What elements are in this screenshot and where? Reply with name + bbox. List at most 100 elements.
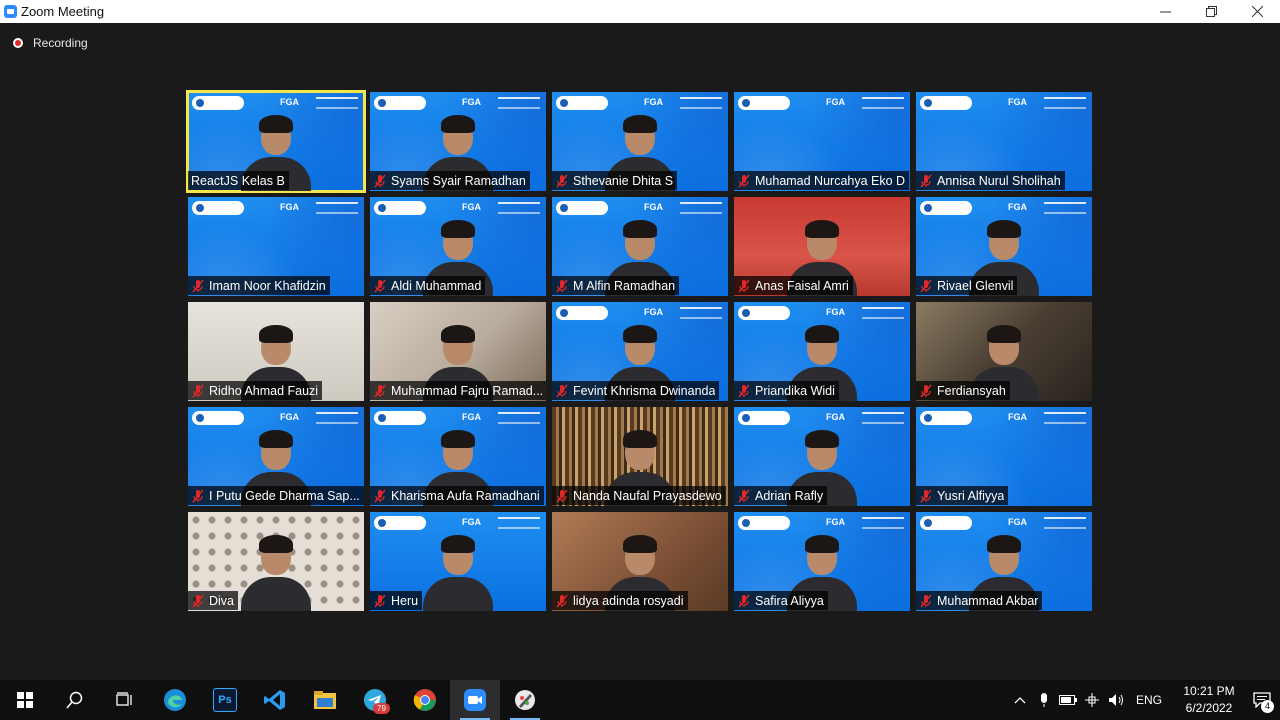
muted-mic-icon — [374, 594, 386, 607]
battery-icon[interactable] — [1056, 680, 1080, 720]
clock-date: 6/2/2022 — [1185, 701, 1233, 715]
participant-name-bar: Diva — [188, 591, 239, 610]
banner-fga-text: FGA — [1008, 202, 1027, 212]
chrome-icon[interactable] — [400, 680, 450, 720]
close-icon[interactable] — [1234, 0, 1280, 23]
participant-tile[interactable]: Nanda Naufal Prayasdewo — [552, 407, 728, 506]
participant-tile[interactable]: Diva — [188, 512, 364, 611]
participant-tile[interactable]: FGA M Alfin Ramadhan — [552, 197, 728, 296]
banner-fga-text: FGA — [644, 202, 663, 212]
photoshop-icon[interactable]: Ps — [200, 680, 250, 720]
banner-tagline — [498, 97, 540, 109]
participant-tile[interactable]: FGA Sthevanie Dhita S — [552, 92, 728, 191]
banner-logo — [374, 201, 426, 215]
edge-icon[interactable] — [150, 680, 200, 720]
participant-name: Adrian Rafly — [755, 488, 824, 503]
telegram-badge: 79 — [373, 703, 390, 714]
banner-fga-text: FGA — [826, 307, 845, 317]
banner-fga-text: FGA — [644, 97, 663, 107]
participant-name-bar: Muhammad Fajru Ramad... — [370, 381, 546, 400]
participant-tile[interactable]: FGA Adrian Rafly — [734, 407, 910, 506]
minimize-icon[interactable] — [1142, 0, 1188, 23]
participant-name: Diva — [209, 593, 235, 608]
participant-tile[interactable]: FGA Imam Noor Khafidzin — [188, 197, 364, 296]
banner-logo — [920, 411, 972, 425]
participant-tile[interactable]: Muhammad Fajru Ramad... — [370, 302, 546, 401]
banner-tagline — [1044, 517, 1086, 529]
participant-name-bar: Adrian Rafly — [734, 486, 828, 505]
language-indicator[interactable]: ENG — [1136, 693, 1162, 707]
participant-name: Priandika Widi — [755, 383, 835, 398]
muted-mic-icon — [738, 594, 750, 607]
participant-tile[interactable]: FGA Fevint Khrisma Dwinanda — [552, 302, 728, 401]
participant-tile[interactable]: FGA Yusri Alfiyya — [916, 407, 1092, 506]
file-explorer-icon[interactable] — [300, 680, 350, 720]
vscode-icon[interactable] — [250, 680, 300, 720]
clock[interactable]: 10:21 PM 6/2/2022 — [1174, 683, 1244, 717]
participant-tile[interactable]: Ridho Ahmad Fauzi — [188, 302, 364, 401]
muted-mic-icon — [556, 594, 568, 607]
pen-app-icon[interactable] — [500, 680, 550, 720]
participant-tile[interactable]: FGA Syams Syair Ramadhan — [370, 92, 546, 191]
participant-tile[interactable]: FGA Priandika Widi — [734, 302, 910, 401]
recording-indicator[interactable]: Recording — [13, 36, 88, 50]
chevron-up-icon[interactable] — [1008, 680, 1032, 720]
banner-tagline — [1044, 202, 1086, 214]
search-icon[interactable] — [50, 680, 100, 720]
participant-tile[interactable]: Ferdiansyah — [916, 302, 1092, 401]
banner-fga-text: FGA — [280, 412, 299, 422]
volume-icon[interactable] — [1104, 680, 1128, 720]
participant-tile[interactable]: FGA Kharisma Aufa Ramadhani — [370, 407, 546, 506]
participant-name: I Putu Gede Dharma Sap... — [209, 488, 360, 503]
notification-center-icon[interactable]: 4 — [1244, 680, 1280, 720]
banner-fga-text: FGA — [462, 202, 481, 212]
participant-name: Rivael Glenvil — [937, 278, 1014, 293]
participant-name-bar: ReactJS Kelas B — [188, 171, 289, 190]
banner-tagline — [680, 97, 722, 109]
participant-name: Heru — [391, 593, 419, 608]
network-icon[interactable] — [1080, 680, 1104, 720]
participant-tile[interactable]: FGA Muhamad Nurcahya Eko D — [734, 92, 910, 191]
participant-tile[interactable]: FGA ReactJS Kelas B — [186, 90, 366, 193]
microphone-icon[interactable] — [1032, 680, 1056, 720]
muted-mic-icon — [738, 279, 750, 292]
participant-tile[interactable]: Anas Faisal Amri — [734, 197, 910, 296]
banner-tagline — [316, 412, 358, 424]
windows-start-icon[interactable] — [0, 680, 50, 720]
participant-name-bar: Anas Faisal Amri — [734, 276, 853, 295]
participant-tile[interactable]: FGA Muhammad Akbar — [916, 512, 1092, 611]
zoom-icon[interactable] — [450, 680, 500, 720]
muted-mic-icon — [374, 384, 386, 397]
participant-name-bar: Syams Syair Ramadhan — [370, 171, 530, 190]
participant-tile[interactable]: FGA I Putu Gede Dharma Sap... — [188, 407, 364, 506]
banner-logo — [192, 201, 244, 215]
participant-tile[interactable]: FGA Aldi Muhammad — [370, 197, 546, 296]
participant-tile[interactable]: FGA Safira Aliyya — [734, 512, 910, 611]
restore-icon[interactable] — [1188, 0, 1234, 23]
participant-name: lidya adinda rosyadi — [573, 593, 684, 608]
muted-mic-icon — [192, 279, 204, 292]
participant-tile[interactable]: lidya adinda rosyadi — [552, 512, 728, 611]
participant-tile[interactable]: FGA Heru — [370, 512, 546, 611]
participant-tile[interactable]: FGA Rivael Glenvil — [916, 197, 1092, 296]
muted-mic-icon — [556, 489, 568, 502]
banner-logo — [556, 306, 608, 320]
banner-logo — [738, 411, 790, 425]
meeting-area: Recording FGA ReactJS Kelas B FGA Syams Sya… — [0, 23, 1280, 680]
muted-mic-icon — [920, 174, 932, 187]
participant-name-bar: Rivael Glenvil — [916, 276, 1018, 295]
banner-logo — [738, 306, 790, 320]
telegram-icon[interactable]: 79 — [350, 680, 400, 720]
muted-mic-icon — [556, 384, 568, 397]
participant-name: Imam Noor Khafidzin — [209, 278, 326, 293]
banner-fga-text: FGA — [1008, 412, 1027, 422]
participant-name-bar: Ferdiansyah — [916, 381, 1010, 400]
participant-tile[interactable]: FGA Annisa Nurul Sholihah — [916, 92, 1092, 191]
participant-name-bar: Heru — [370, 591, 423, 610]
task-view-icon[interactable] — [100, 680, 150, 720]
banner-tagline — [316, 202, 358, 214]
participant-name-bar: Yusri Alfiyya — [916, 486, 1009, 505]
muted-mic-icon — [920, 384, 932, 397]
banner-logo — [374, 96, 426, 110]
muted-mic-icon — [738, 489, 750, 502]
